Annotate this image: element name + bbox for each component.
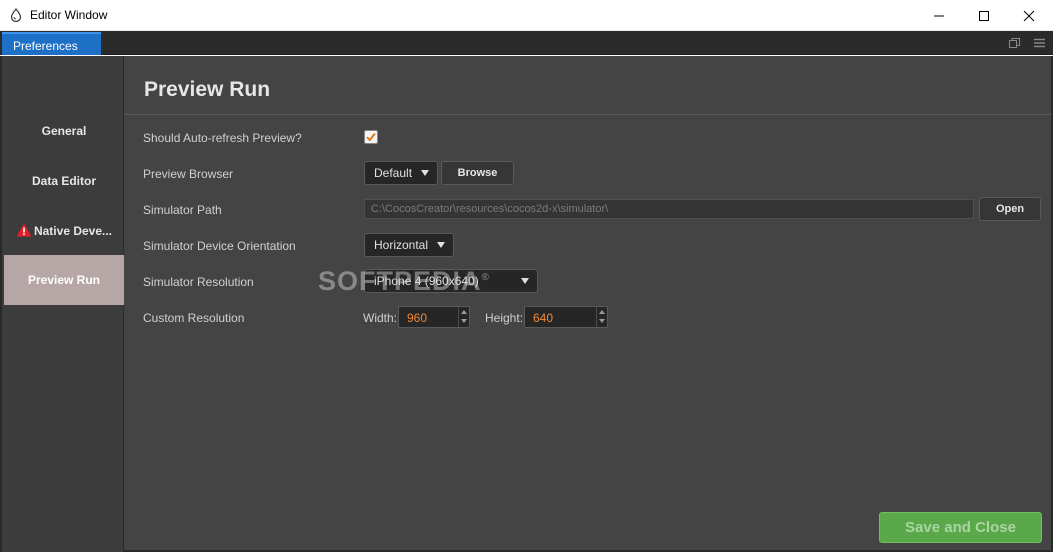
tab-bar-icons bbox=[1009, 37, 1045, 51]
tab-preferences[interactable]: Preferences bbox=[2, 32, 101, 55]
sidebar-item-native-develop[interactable]: Native Deve... bbox=[4, 206, 124, 256]
title-bar: Editor Window bbox=[0, 0, 1053, 31]
resolution-label: Simulator Resolution bbox=[143, 275, 254, 289]
simulator-path-label: Simulator Path bbox=[143, 203, 222, 217]
height-input[interactable]: 640 bbox=[524, 306, 608, 328]
warning-icon bbox=[16, 223, 32, 240]
preview-browser-value: Default bbox=[374, 166, 413, 180]
maximize-button[interactable] bbox=[961, 0, 1007, 31]
chevron-down-icon bbox=[521, 278, 529, 284]
preferences-sidebar: General Data Editor Native Deve... Previ… bbox=[0, 56, 124, 552]
orientation-select[interactable]: Horizontal bbox=[364, 233, 454, 257]
chevron-down-icon bbox=[599, 319, 605, 323]
save-and-close-button[interactable]: Save and Close bbox=[879, 512, 1042, 543]
menu-icon[interactable] bbox=[1034, 37, 1045, 51]
custom-resolution-label: Custom Resolution bbox=[143, 311, 245, 325]
sidebar-item-label: Preview Run bbox=[27, 273, 101, 287]
auto-refresh-checkbox[interactable] bbox=[364, 130, 378, 144]
close-icon bbox=[1023, 10, 1035, 21]
chevron-down-icon bbox=[421, 170, 429, 176]
browse-button[interactable]: Browse bbox=[441, 161, 514, 185]
preferences-panel: Preview Run Should Auto-refresh Preview?… bbox=[124, 56, 1053, 552]
sidebar-item-data-editor[interactable]: Data Editor bbox=[4, 156, 124, 206]
window-title: Editor Window bbox=[30, 8, 108, 22]
width-value: 960 bbox=[407, 311, 428, 325]
height-label: Height: bbox=[485, 311, 524, 325]
sidebar-item-label: Native Deve... bbox=[33, 224, 113, 238]
sidebar-item-preview-run[interactable]: Preview Run bbox=[4, 255, 124, 305]
chevron-down-icon bbox=[437, 242, 445, 248]
close-button[interactable] bbox=[1006, 0, 1052, 31]
chevron-up-icon bbox=[461, 310, 467, 314]
width-label: Width: bbox=[363, 311, 398, 325]
orientation-value: Horizontal bbox=[374, 238, 429, 252]
width-input[interactable]: 960 bbox=[398, 306, 470, 328]
open-button[interactable]: Open bbox=[979, 197, 1041, 221]
minimize-button[interactable] bbox=[916, 0, 962, 31]
tab-bar: Preferences bbox=[0, 31, 1053, 55]
title-divider bbox=[124, 114, 1051, 115]
chevron-up-icon bbox=[599, 310, 605, 314]
maximize-icon bbox=[979, 10, 989, 21]
preview-browser-label: Preview Browser bbox=[143, 167, 234, 181]
sidebar-item-general[interactable]: General bbox=[4, 106, 124, 156]
softpedia-watermark: SOFTPEDIA® bbox=[318, 266, 490, 296]
checkmark-icon bbox=[366, 132, 376, 142]
page-title: Preview Run bbox=[144, 78, 271, 101]
auto-refresh-label: Should Auto-refresh Preview? bbox=[143, 131, 302, 145]
sidebar-item-label: Data Editor bbox=[31, 174, 96, 188]
height-value: 640 bbox=[533, 311, 554, 325]
sidebar-item-label: General bbox=[41, 124, 87, 138]
simulator-path-input[interactable]: C:\CocosCreator\resources\cocos2d-x\simu… bbox=[364, 199, 974, 219]
height-stepper[interactable] bbox=[596, 307, 607, 327]
orientation-label: Simulator Device Orientation bbox=[143, 239, 296, 253]
app-drop-icon bbox=[10, 8, 22, 23]
preview-browser-select[interactable]: Default bbox=[364, 161, 438, 185]
popout-icon[interactable] bbox=[1009, 37, 1020, 51]
minimize-icon bbox=[934, 15, 944, 16]
width-stepper[interactable] bbox=[458, 307, 469, 327]
chevron-down-icon bbox=[461, 319, 467, 323]
